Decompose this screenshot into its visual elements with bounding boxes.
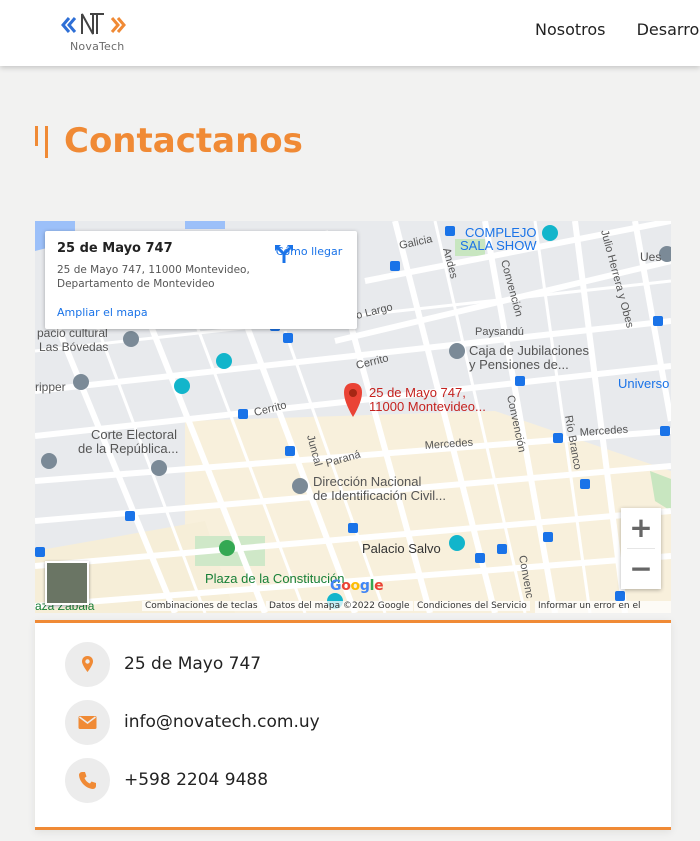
logo-text: NovaTech	[70, 40, 125, 53]
satellite-toggle[interactable]	[45, 561, 89, 605]
svg-text:de Identificación Civil...: de Identificación Civil...	[313, 488, 446, 503]
contact-email[interactable]: info@novatech.com.uy	[124, 712, 320, 732]
svg-text:SALA SHOW: SALA SHOW	[460, 238, 537, 253]
enlarge-map-link[interactable]: Ampliar el mapa	[57, 306, 148, 319]
contact-address-row: 25 de Mayo 747	[65, 642, 665, 688]
zoom-out-button[interactable]: −	[621, 549, 661, 589]
contact-card: 25 de Mayo 747 info@novatech.com.uy +598…	[35, 620, 671, 830]
contact-email-row: info@novatech.com.uy	[65, 700, 665, 746]
svg-text:Palacio Salvo: Palacio Salvo	[362, 541, 441, 556]
google-logo: Google	[330, 578, 384, 594]
svg-text:11000 Montevideo...: 11000 Montevideo...	[369, 399, 486, 414]
svg-text:Dirección Nacional: Dirección Nacional	[313, 474, 421, 489]
place-address: 25 de Mayo 747, 11000 Montevideo, Depart…	[57, 264, 250, 290]
keyboard-shortcuts-link[interactable]: Combinaciones de teclas	[142, 601, 261, 611]
novatech-logo-icon	[61, 13, 126, 35]
contact-phone-row: +598 2204 9488	[65, 758, 665, 804]
svg-text:de la República...: de la República...	[78, 441, 178, 456]
place-title: 25 de Mayo 747	[57, 241, 173, 256]
svg-text:Las Bóvedas: Las Bóvedas	[39, 340, 108, 354]
phone-icon-circle	[65, 758, 110, 803]
title-accent-bar	[45, 126, 48, 158]
contact-address: 25 de Mayo 747	[124, 654, 262, 674]
svg-text:25 de Mayo 747,: 25 de Mayo 747,	[369, 385, 466, 400]
location-icon-circle	[65, 642, 110, 687]
email-icon-circle	[65, 700, 110, 745]
map-data-text: Datos del mapa ©2022 Google	[266, 601, 413, 611]
contact-phone[interactable]: +598 2204 9488	[124, 770, 268, 790]
svg-text:Caja de Jubilaciones: Caja de Jubilaciones	[469, 343, 589, 358]
zoom-controls: + −	[621, 508, 661, 589]
svg-text:Plaza de la Constitución: Plaza de la Constitución	[205, 571, 344, 586]
zoom-in-button[interactable]: +	[621, 508, 661, 548]
phone-icon	[79, 772, 96, 789]
svg-text:Ues: Ues	[640, 250, 661, 264]
nav-item-nosotros[interactable]: Nosotros	[535, 20, 606, 39]
report-error-link[interactable]: Informar un error en el mapa	[535, 601, 671, 613]
terms-link[interactable]: Condiciones del Servicio	[414, 601, 530, 611]
svg-text:Universo: Universo	[618, 376, 669, 391]
page-title: Contactanos	[64, 121, 303, 161]
envelope-icon	[78, 716, 97, 729]
location-icon	[82, 656, 93, 672]
svg-text:Paysandú: Paysandú	[475, 326, 524, 338]
directions-icon	[275, 245, 293, 263]
svg-text:Corte Electoral: Corte Electoral	[91, 427, 177, 442]
svg-text:y Pensiones de...: y Pensiones de...	[469, 357, 569, 372]
title-accent-bar	[35, 126, 38, 146]
nav-item-desarrollo[interactable]: Desarrollo	[637, 20, 700, 39]
directions-button[interactable]: Cómo llegar	[273, 243, 345, 263]
site-header: NovaTech Nosotros Desarrollo	[0, 0, 700, 66]
place-info-card: 25 de Mayo 747 25 de Mayo 747, 11000 Mon…	[45, 231, 357, 329]
map-embed[interactable]: COMPLEJO SALA SHOW Galicia Andes Convenc…	[35, 221, 671, 613]
logo[interactable]: NovaTech	[60, 10, 134, 54]
main-nav: Nosotros Desarrollo	[535, 20, 700, 39]
svg-text:ripper: ripper	[35, 380, 66, 394]
